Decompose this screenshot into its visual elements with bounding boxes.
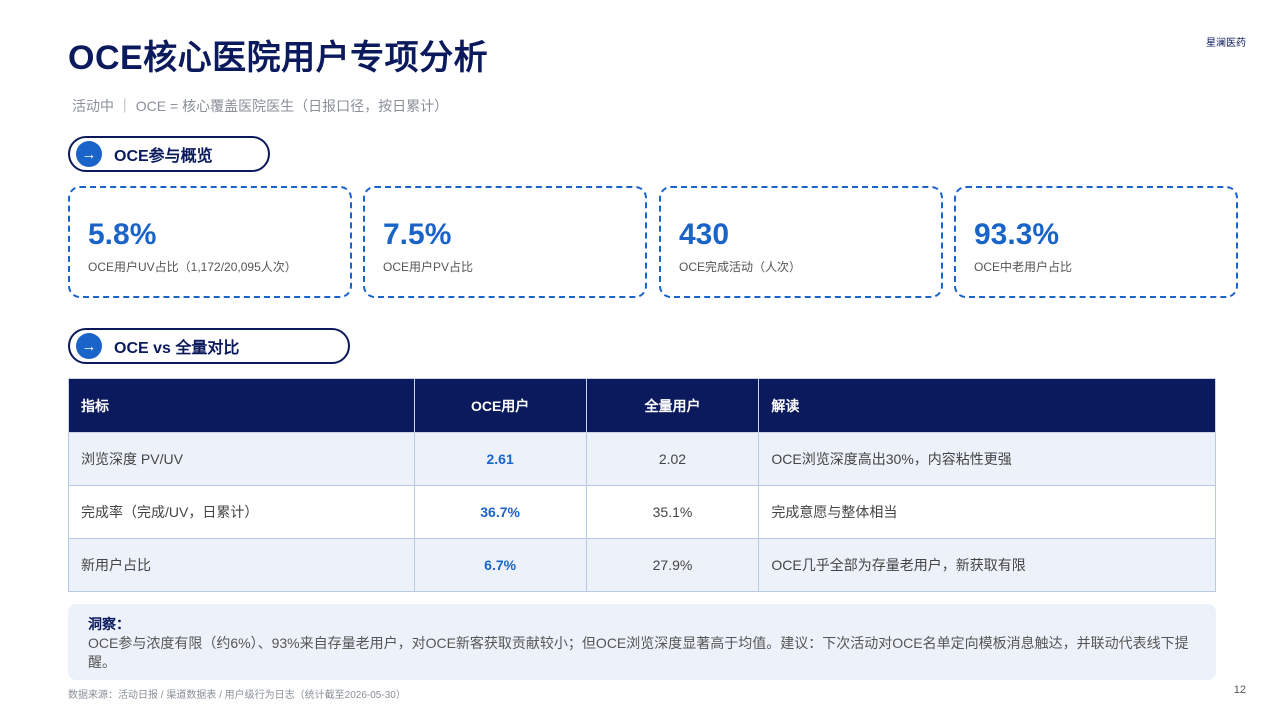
data-source-note: 数据来源：活动日报 / 渠道数据表 / 用户级行为日志（统计截至2026-05-… xyxy=(68,690,406,701)
column-header-metric: 指标 xyxy=(68,378,415,433)
oce-value-cell: 36.7% xyxy=(413,485,587,539)
oce-value-cell: 6.7% xyxy=(413,538,587,592)
all-value-cell: 2.02 xyxy=(585,432,760,486)
oce-value-cell: 2.61 xyxy=(413,432,587,486)
kpi-description: OCE中老用户占比 xyxy=(974,260,1073,274)
kpi-description: OCE完成活动（人次） xyxy=(679,260,802,274)
column-header-oce: OCE用户 xyxy=(413,378,587,433)
section-label: OCE vs 全量对比 xyxy=(114,340,240,357)
kpi-card-pv-share: 7.5% OCE用户PV占比 xyxy=(363,186,647,298)
metric-cell: 新用户占比 xyxy=(68,538,415,592)
kpi-card-uv-share: 5.8% OCE用户UV占比（1,172/20,095人次） xyxy=(68,186,352,298)
all-value-cell: 27.9% xyxy=(585,538,760,592)
comparison-table: 指标 OCE用户 全量用户 解读 浏览深度 PV/UV 2.61 2.02 OC… xyxy=(68,378,1216,592)
kpi-value: 93.3% xyxy=(974,218,1060,251)
kpi-description: OCE用户PV占比 xyxy=(383,260,474,274)
arrow-right-icon: → xyxy=(76,333,102,359)
kpi-value: 7.5% xyxy=(383,218,452,251)
interpretation-cell: 完成意愿与整体相当 xyxy=(758,485,1216,539)
brand-name: 星澜医药 xyxy=(1206,38,1246,49)
table-row: 完成率（完成/UV，日累计） 36.7% 35.1% 完成意愿与整体相当 xyxy=(68,485,1216,539)
metric-cell: 完成率（完成/UV，日累计） xyxy=(68,485,415,539)
interpretation-cell: OCE浏览深度高出30%，内容粘性更强 xyxy=(758,432,1216,486)
kpi-value: 5.8% xyxy=(88,218,157,251)
kpi-card-returning-share: 93.3% OCE中老用户占比 xyxy=(954,186,1238,298)
table-row: 浏览深度 PV/UV 2.61 2.02 OCE浏览深度高出30%，内容粘性更强 xyxy=(68,432,1216,486)
insight-text: OCE参与浓度有限（约6%）、93%来自存量老用户，对OCE新客获取贡献较小；但… xyxy=(88,635,1189,670)
section-label: OCE参与概览 xyxy=(114,148,213,165)
kpi-description: OCE用户UV占比（1,172/20,095人次） xyxy=(88,260,297,274)
interpretation-cell: OCE几乎全部为存量老用户，新获取有限 xyxy=(758,538,1216,592)
all-value-cell: 35.1% xyxy=(585,485,760,539)
page-title: OCE核心医院用户专项分析 xyxy=(68,39,489,77)
insight-box: 洞察： OCE参与浓度有限（约6%）、93%来自存量老用户，对OCE新客获取贡献… xyxy=(68,604,1216,680)
page-number: 12 xyxy=(1233,684,1246,696)
section-header-comparison: → OCE vs 全量对比 xyxy=(68,328,350,364)
arrow-right-icon: → xyxy=(76,141,102,167)
kpi-value: 430 xyxy=(679,218,730,251)
table-row: 新用户占比 6.7% 27.9% OCE几乎全部为存量老用户，新获取有限 xyxy=(68,538,1216,592)
column-header-interpretation: 解读 xyxy=(758,378,1216,433)
kpi-card-completions: 430 OCE完成活动（人次） xyxy=(659,186,943,298)
section-header-overview: → OCE参与概览 xyxy=(68,136,270,172)
page-subtitle: 活动中 ｜ OCE = 核心覆盖医院医生（日报口径，按日累计） xyxy=(72,98,449,114)
table-header-row: 指标 OCE用户 全量用户 解读 xyxy=(68,378,1216,433)
metric-cell: 浏览深度 PV/UV xyxy=(68,432,415,486)
column-header-all: 全量用户 xyxy=(585,378,760,433)
insight-title: 洞察： xyxy=(88,616,130,632)
